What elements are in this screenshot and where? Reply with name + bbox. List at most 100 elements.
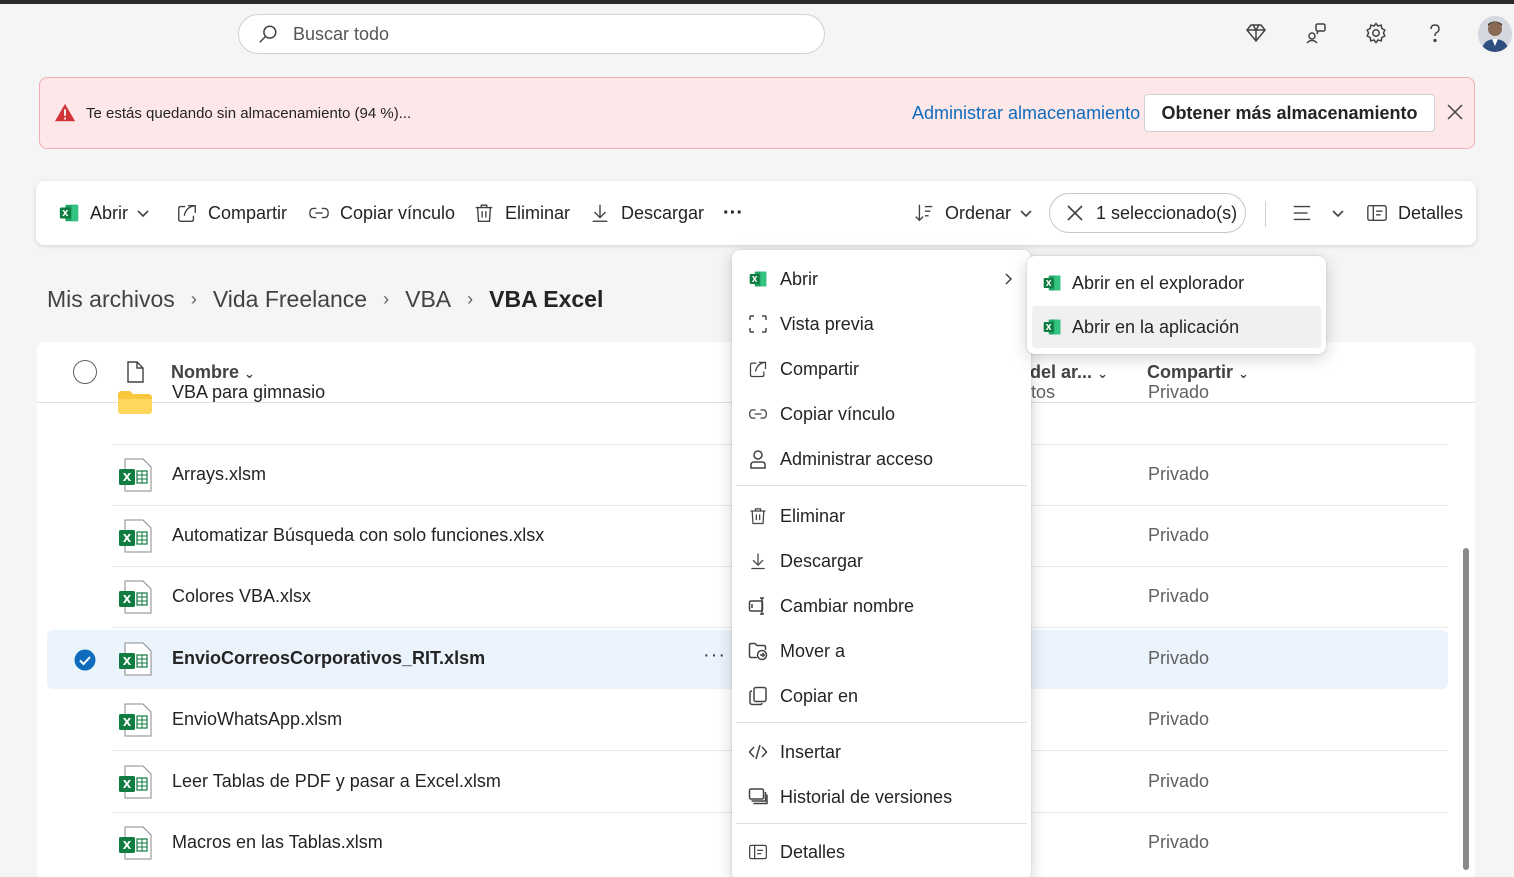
close-icon[interactable] [1445, 102, 1465, 122]
get-more-storage-button[interactable]: Obtener más almacenamiento [1144, 94, 1435, 132]
excel-icon: X [1043, 275, 1061, 291]
manage-storage-link[interactable]: Administrar almacenamiento [912, 103, 1140, 124]
copy-link-label: Copiar vínculo [340, 202, 456, 223]
menu-item-delete[interactable]: Eliminar [736, 496, 1027, 536]
file-name[interactable]: EnvioWhatsApp.xlsm [172, 709, 342, 730]
breadcrumb-item[interactable]: VBA [405, 286, 451, 313]
share-button[interactable]: Compartir [176, 181, 287, 245]
more-actions-icon[interactable]: ··· [703, 644, 726, 667]
copy-icon [749, 686, 767, 706]
menu-item-preview[interactable]: Vista previa [736, 304, 1027, 344]
trash-icon [475, 204, 493, 222]
menu-item-label: Insertar [780, 741, 842, 762]
file-name[interactable]: Colores VBA.xlsx [172, 586, 311, 607]
share-status: Privado [1148, 464, 1210, 484]
menu-item-open-in-app[interactable]: X Abrir en la aplicación [1032, 306, 1321, 348]
rename-icon [748, 597, 764, 615]
folder-icon [118, 391, 152, 414]
menu-item-manage-access[interactable]: Administrar acceso [736, 439, 1027, 479]
person-icon [750, 450, 766, 469]
menu-item-copy-link[interactable]: Copiar vínculo [736, 394, 1027, 434]
view-options-button[interactable] [1291, 181, 1345, 245]
chevron-right-icon: › [383, 288, 390, 309]
open-submenu: X Abrir en el explorador X Abrir en la a… [1027, 256, 1326, 354]
menu-item-embed[interactable]: Insertar [736, 732, 1027, 772]
share-status: Privado [1148, 525, 1210, 545]
menu-item-details[interactable]: Detalles [736, 832, 1027, 872]
vertical-scrollbar[interactable] [1463, 548, 1469, 870]
menu-item-rename[interactable]: Cambiar nombre [736, 586, 1027, 626]
trash-icon [750, 508, 766, 525]
storage-warning-banner: Te estás quedando sin almacenamiento (94… [39, 77, 1475, 149]
banner-message: Te estás quedando sin almacenamiento (94… [86, 104, 412, 122]
download-button[interactable]: Descargar [589, 181, 704, 245]
column-header-share[interactable]: Compartir ⌄ [1147, 362, 1249, 383]
menu-item-label: Detalles [780, 841, 846, 862]
details-icon [1367, 204, 1387, 222]
file-name[interactable]: Macros en las Tablas.xlsm [172, 832, 383, 853]
menu-item-open[interactable]: X Abrir [736, 259, 1027, 299]
selection-pill[interactable]: 1 seleccionado(s) [1049, 193, 1246, 233]
download-label: Descargar [621, 202, 705, 223]
svg-text:X: X [62, 208, 69, 218]
chevron-down-icon [137, 210, 149, 218]
details-icon [749, 844, 767, 860]
file-name[interactable]: EnvioCorreosCorporativos_RIT.xlsm [172, 648, 485, 669]
file-column-value: tos [1031, 382, 1056, 402]
file-name[interactable]: Automatizar Búsqueda con solo funciones.… [172, 525, 544, 546]
file-name[interactable]: Leer Tablas de PDF y pasar a Excel.xlsm [172, 771, 501, 792]
more-options-button[interactable]: ··· [723, 181, 743, 245]
window-top-border [0, 0, 1514, 4]
svg-text:X: X [123, 655, 132, 668]
svg-text:X: X [123, 593, 132, 606]
svg-text:X: X [123, 471, 132, 484]
menu-item-label: Mover a [780, 640, 846, 661]
download-icon [751, 553, 765, 570]
breadcrumb-item[interactable]: Vida Freelance [213, 286, 367, 313]
breadcrumb-item[interactable]: Mis archivos [47, 286, 175, 313]
menu-item-copy-to[interactable]: Copiar en [736, 676, 1027, 716]
delete-label: Eliminar [505, 202, 571, 223]
chevron-right-icon: › [467, 288, 474, 309]
diamond-icon[interactable] [1243, 20, 1269, 46]
checkmark-circle-icon[interactable] [74, 649, 96, 671]
menu-item-share[interactable]: Compartir [736, 349, 1027, 389]
copy-link-button[interactable]: Copiar vínculo [308, 181, 455, 245]
excel-icon: X [749, 271, 767, 287]
details-button[interactable]: Detalles [1366, 181, 1463, 245]
search-input[interactable]: Buscar todo [293, 24, 389, 45]
search-box[interactable]: Buscar todo [238, 14, 825, 54]
menu-item-label: Administrar acceso [780, 448, 934, 469]
svg-text:X: X [123, 532, 132, 545]
share-status: Privado [1148, 648, 1210, 668]
menu-item-open-in-browser[interactable]: X Abrir en el explorador [1032, 262, 1321, 304]
file-name[interactable]: Arrays.xlsm [172, 464, 266, 485]
history-icon [748, 788, 768, 805]
menu-item-version-history[interactable]: Historial de versiones [736, 777, 1027, 817]
help-icon[interactable] [1422, 20, 1448, 46]
menu-item-download[interactable]: Descargar [736, 541, 1027, 581]
column-header-partial[interactable]: del ar... ⌄ [1030, 362, 1108, 383]
menu-divider [736, 722, 1027, 723]
share-status: Privado [1148, 771, 1210, 791]
sort-icon [915, 204, 933, 222]
menu-item-move[interactable]: Mover a [736, 631, 1027, 671]
sort-button[interactable]: Ordenar [913, 181, 1033, 245]
delete-button[interactable]: Eliminar [473, 181, 570, 245]
search-icon [259, 25, 277, 43]
people-icon[interactable] [1303, 20, 1329, 46]
menu-item-label: Abrir [780, 268, 819, 289]
user-avatar[interactable] [1478, 16, 1512, 52]
list-view-icon [1293, 205, 1311, 221]
chevron-right-icon [1005, 273, 1013, 285]
file-name[interactable]: VBA para gimnasio [172, 382, 325, 403]
select-all-checkbox[interactable] [73, 360, 97, 384]
open-button[interactable]: X Abrir [58, 181, 150, 245]
close-icon[interactable] [1066, 204, 1084, 222]
menu-item-label: Copiar en [780, 685, 859, 706]
file-type-icon [127, 361, 144, 383]
menu-item-label: Copiar vínculo [780, 403, 896, 424]
gear-icon[interactable] [1363, 20, 1389, 46]
excel-file-icon: X [119, 765, 152, 799]
column-header-name[interactable]: Nombre ⌄ [171, 362, 255, 383]
